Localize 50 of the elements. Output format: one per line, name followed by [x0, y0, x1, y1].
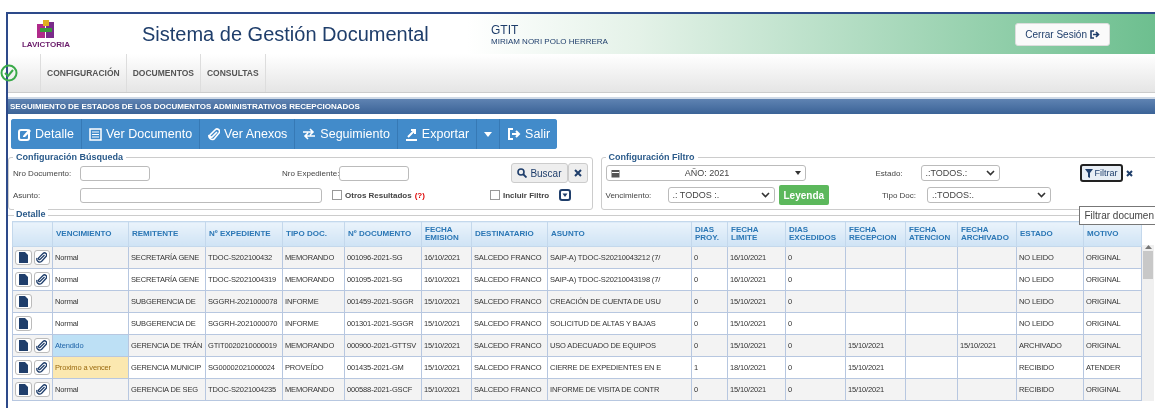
app-title: Sistema de Gestión Documental — [142, 22, 430, 46]
view-document-button[interactable]: Ver Documento — [81, 119, 201, 149]
type-select[interactable]: .:TODOS:. — [927, 187, 1052, 203]
field-label: Asunto: — [13, 190, 42, 200]
user-name: MIRIAM NORI POLO HERRERA — [491, 36, 608, 46]
view-attachments-button[interactable]: Ver Anexos — [200, 119, 296, 149]
logo-text: LAVICTORIA — [21, 39, 71, 49]
exit-button[interactable]: Salir — [500, 119, 558, 149]
menu-item[interactable]: CONSULTAS — [201, 54, 266, 92]
checkbox-label: Otros Resultados — [345, 190, 412, 200]
section-title: SEGUIMIENTO DE ESTADOS DE LOS DOCUMENTOS ADMINISTRATIVOS RECEPCIONADOS — [8, 97, 1155, 114]
panel-legend: Configuración Filtro — [605, 152, 698, 162]
column-header[interactable]: DIAS EXCEDIDOS — [785, 221, 846, 247]
due-select[interactable]: .: TODOS :. — [667, 187, 775, 203]
checkbox-label: Incluir Filtro — [502, 190, 550, 200]
column-header[interactable]: DESTINATARIO — [471, 221, 548, 247]
column-header[interactable]: ESTADO — [1016, 221, 1084, 247]
year-select[interactable]: AÑO: 2021 — [605, 165, 806, 181]
column-header[interactable]: TIPO DOC. — [282, 221, 345, 247]
help-link[interactable]: (?) — [414, 190, 425, 200]
field-label: Nro Expediente: — [282, 168, 340, 178]
tooltip: Filtrar documen — [1078, 206, 1155, 225]
panel-legend: Configuración Búsqueda — [13, 152, 126, 162]
field-label: Vencimiento: — [605, 190, 653, 200]
state-select[interactable]: .:TODOS.: — [920, 165, 1000, 181]
tracking-button[interactable]: Seguimiento — [295, 119, 398, 149]
detail-button[interactable]: Detalle — [11, 119, 82, 149]
filter-button[interactable]: Filtrar — [1079, 164, 1123, 182]
column-header[interactable]: Nº DOCUMENTO — [344, 221, 422, 247]
logout-button[interactable]: Cerrar Sesión — [1015, 22, 1110, 46]
column-header[interactable]: Nº EXPEDIENTE — [205, 221, 283, 247]
export-button[interactable]: Exportar — [397, 119, 478, 149]
column-header[interactable]: REMITENTE — [128, 221, 206, 247]
field-label: Nro Documento: — [13, 168, 73, 178]
field-label: Estado: — [875, 168, 904, 178]
menu-item[interactable]: CONFIGURACIÓN — [41, 54, 127, 92]
column-header[interactable]: FECHA EMISION — [421, 221, 472, 247]
column-header[interactable]: DIAS PROY. — [691, 221, 728, 247]
column-header[interactable]: FECHA ARCHIVADO — [957, 221, 1017, 247]
column-header[interactable]: VENCIMIENTO — [52, 221, 129, 247]
column-header[interactable]: ASUNTO — [547, 221, 692, 247]
search-button[interactable]: Buscar — [511, 163, 568, 183]
column-header[interactable]: FECHA ATENCION — [905, 221, 958, 247]
column-header[interactable]: FECHA LIMITE — [727, 221, 786, 247]
legend-button[interactable]: Leyenda — [778, 185, 830, 205]
column-header[interactable]: FECHA RECEPCION — [845, 221, 906, 247]
panel-legend: Detalle — [14, 209, 48, 219]
field-label: Tipo Doc: — [882, 190, 917, 200]
menu-item[interactable]: DOCUMENTOS — [126, 54, 201, 92]
unit-name: GTIT — [491, 22, 520, 37]
